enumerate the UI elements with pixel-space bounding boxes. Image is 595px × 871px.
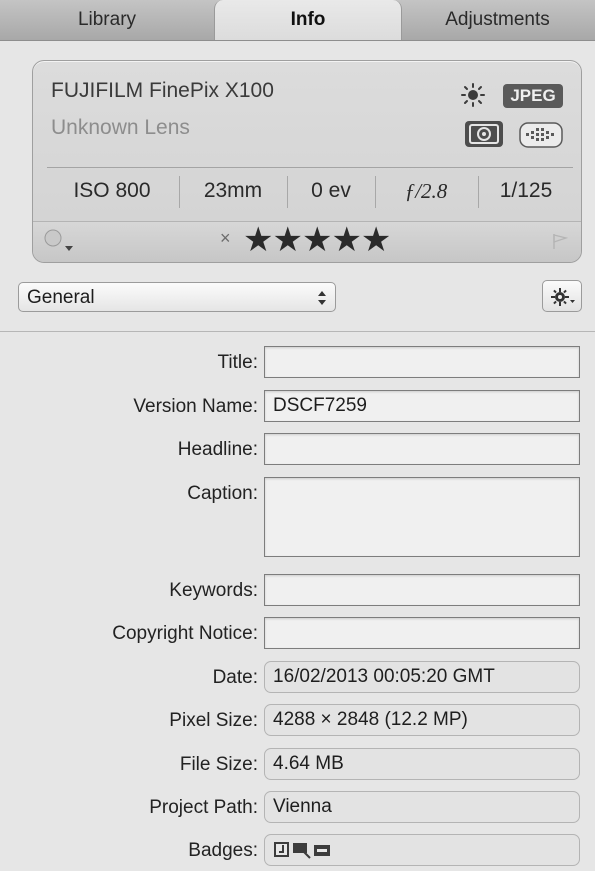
iso-value: ISO 800 — [73, 179, 151, 202]
version-name-field[interactable]: DSCF7259 — [264, 390, 580, 422]
chevron-updown-icon — [318, 291, 326, 305]
camera-info-panel: FUJIFILM FinePix X100 Unknown Lens JPEG … — [32, 60, 582, 263]
exif-summary-row: ISO 800 23mm 0 ev ƒ/2.8 1/125 — [47, 167, 573, 214]
metadata-view-selected: General — [27, 287, 95, 308]
reject-button[interactable]: × — [220, 228, 231, 249]
badges-value — [264, 834, 580, 866]
lens-name: Unknown Lens — [51, 116, 190, 139]
tab-bar: Library Info Adjustments — [0, 0, 595, 41]
exposure-bias-value: 0 ev — [311, 179, 351, 202]
date-label: Date: — [212, 667, 258, 688]
keywords-field[interactable] — [264, 574, 580, 606]
camera-model: FUJIFILM FinePix X100 — [51, 79, 274, 102]
tab-adjustments[interactable]: Adjustments — [400, 0, 595, 40]
gear-icon — [551, 288, 575, 306]
star-rating[interactable]: ★★★★★ — [243, 220, 391, 260]
flag-icon[interactable] — [551, 232, 569, 250]
tab-library[interactable]: Library — [0, 0, 214, 40]
tab-info[interactable]: Info — [214, 0, 402, 40]
af-points-icon — [519, 122, 563, 148]
sun-icon — [461, 83, 485, 107]
shutter-speed-value: 1/125 — [499, 179, 553, 202]
aperture-value: ƒ/2.8 — [404, 179, 448, 203]
copyright-notice-label: Copyright Notice: — [112, 623, 258, 644]
file-size-label: File Size: — [179, 754, 258, 775]
date-value: 16/02/2013 00:05:20 GMT — [264, 661, 580, 693]
title-field[interactable] — [264, 346, 580, 378]
keywords-label: Keywords: — [169, 580, 258, 601]
badges-label: Badges: — [188, 840, 258, 861]
project-path-label: Project Path: — [149, 797, 258, 818]
version-name-label: Version Name: — [133, 396, 258, 417]
file-format-badge: JPEG — [503, 84, 563, 108]
project-path-value: Vienna — [264, 791, 580, 823]
pixel-size-label: Pixel Size: — [169, 710, 258, 731]
section-divider — [0, 331, 595, 332]
rating-bar: × ★★★★★ — [33, 220, 581, 262]
headline-field[interactable] — [264, 433, 580, 465]
file-size-value: 4.64 MB — [264, 748, 580, 780]
color-label-dropdown[interactable] — [41, 226, 77, 256]
pixel-size-value: 4288 × 2848 (12.2 MP) — [264, 704, 580, 736]
action-menu-button[interactable] — [542, 280, 582, 312]
title-label: Title: — [217, 352, 258, 373]
metadata-view-select[interactable]: General — [18, 282, 336, 312]
badges-icon — [274, 842, 330, 859]
caption-label: Caption: — [187, 483, 258, 504]
metering-mode-icon — [465, 121, 503, 147]
headline-label: Headline: — [177, 439, 258, 460]
caption-field[interactable] — [264, 477, 580, 557]
focal-length-value: 23mm — [203, 179, 263, 202]
copyright-notice-field[interactable] — [264, 617, 580, 649]
